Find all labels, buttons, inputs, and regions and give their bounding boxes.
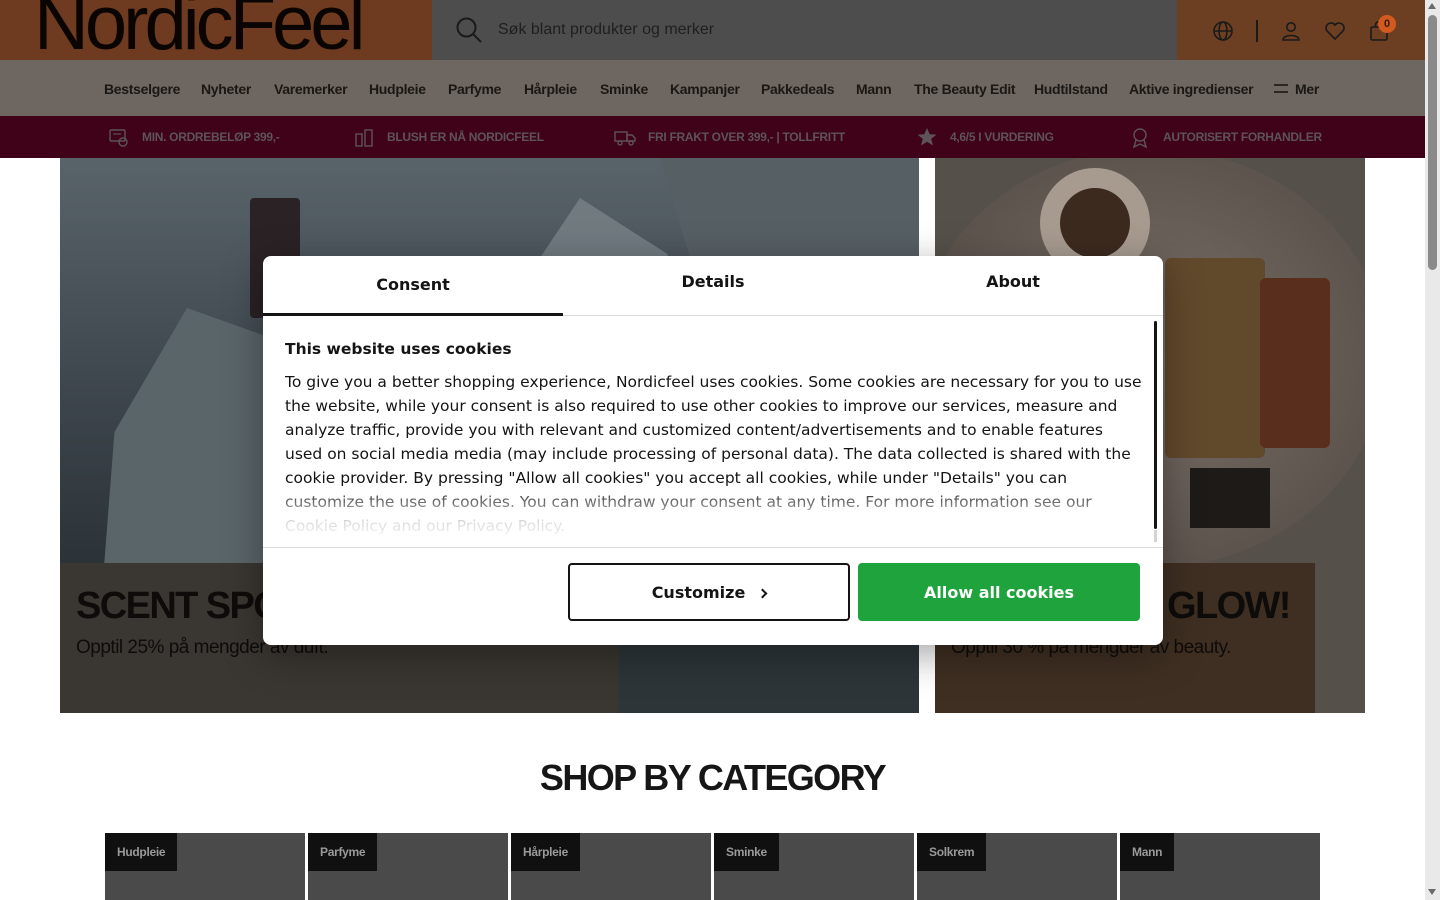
cookie-body-scroll-track — [1154, 530, 1157, 542]
text-fade — [263, 486, 1143, 546]
cookie-title: This website uses cookies — [285, 340, 512, 358]
tab-consent[interactable]: Consent — [263, 256, 563, 316]
cookie-body-scrollbar[interactable] — [1154, 321, 1157, 529]
tab-about[interactable]: About — [863, 256, 1163, 316]
page-scrollbar[interactable] — [1425, 0, 1440, 900]
customize-button[interactable]: Customize — [568, 563, 850, 621]
chevron-right-icon — [757, 588, 768, 599]
cookie-footer-divider — [263, 547, 1163, 548]
customize-label: Customize — [651, 583, 746, 602]
cookie-tabs: Consent Details About — [263, 256, 1163, 316]
scroll-down-arrow-icon[interactable] — [1428, 889, 1436, 895]
allow-all-cookies-button[interactable]: Allow all cookies — [858, 563, 1140, 621]
page-scrollbar-thumb[interactable] — [1428, 15, 1437, 270]
cookie-consent-dialog: Consent Details About This website uses … — [263, 256, 1163, 645]
scroll-up-arrow-icon[interactable] — [1428, 3, 1436, 9]
tab-details[interactable]: Details — [563, 256, 863, 316]
